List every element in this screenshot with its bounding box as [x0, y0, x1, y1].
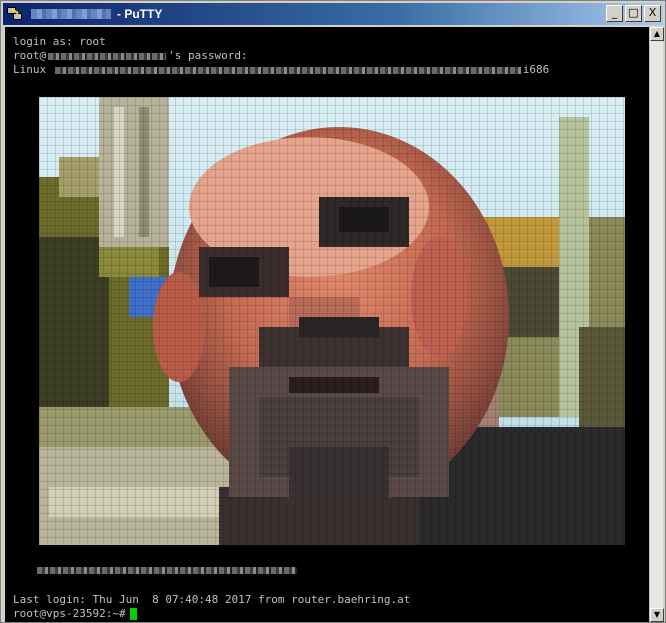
- window-controls: _ □ X: [606, 5, 661, 22]
- terminal-line-uname: Linux i686: [13, 63, 549, 77]
- cursor-block: [129, 608, 137, 620]
- uname-prefix: Linux: [13, 63, 53, 76]
- vertical-scrollbar[interactable]: ▲ ▼: [649, 27, 664, 622]
- password-suffix: 's password:: [168, 49, 248, 62]
- uname-suffix: i686: [522, 63, 550, 76]
- shell-prompt: root@vps-23592:~#: [13, 607, 126, 620]
- scroll-up-icon[interactable]: ▲: [650, 27, 664, 41]
- putty-icon[interactable]: [7, 6, 23, 22]
- redacted-motd: [37, 566, 297, 574]
- terminal-line-password: root@ 's password:: [13, 49, 248, 63]
- terminal-line-redacted: [13, 563, 299, 577]
- scroll-down-icon[interactable]: ▼: [650, 608, 664, 622]
- redacted-kernel: [54, 66, 521, 74]
- window-title: - PuTTY: [117, 7, 163, 21]
- putty-window: - PuTTY _ □ X login as: root root@ 's pa…: [0, 0, 666, 623]
- minimize-icon[interactable]: _: [606, 5, 623, 22]
- redacted-hostname: [31, 9, 111, 19]
- last-login-text: Last login: Thu Jun 8 07:40:48 2017 from…: [13, 593, 411, 606]
- terminal-line-login: login as: root: [13, 35, 106, 49]
- maximize-icon[interactable]: □: [625, 5, 642, 22]
- redacted-host: [48, 52, 167, 60]
- terminal-line-last-login: Last login: Thu Jun 8 07:40:48 2017 from…: [13, 593, 410, 607]
- terminal-area[interactable]: login as: root root@ 's password: Linux …: [5, 27, 649, 622]
- ascii-art-photo: [39, 97, 625, 545]
- close-icon[interactable]: X: [644, 5, 661, 22]
- title-bar[interactable]: - PuTTY _ □ X: [3, 3, 663, 25]
- terminal-line-prompt[interactable]: root@vps-23592:~#: [13, 607, 137, 621]
- password-prefix: root@: [13, 49, 47, 62]
- login-text: login as: root: [13, 35, 106, 48]
- pixel-art-face: [39, 97, 625, 545]
